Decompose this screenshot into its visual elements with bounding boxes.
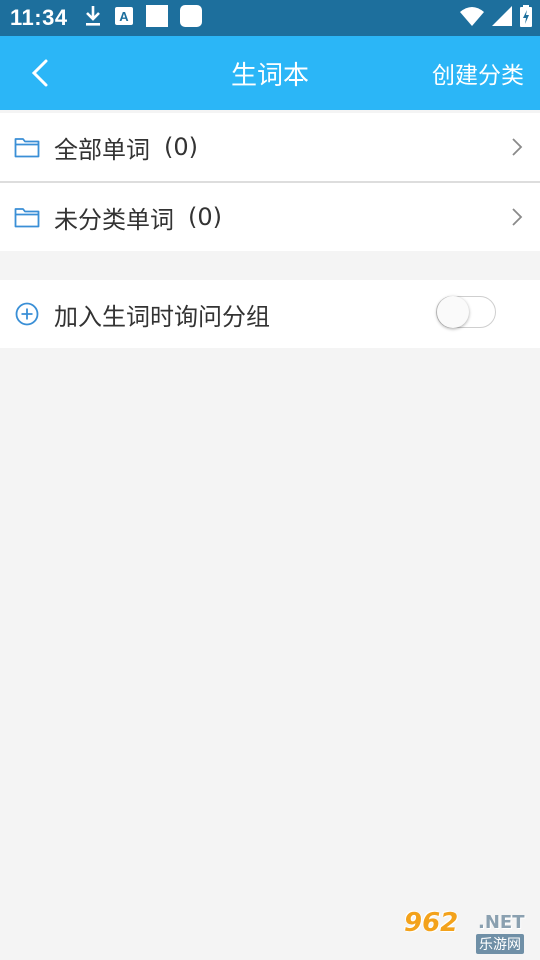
status-bar: 11:34 A xyxy=(0,0,540,36)
download-icon xyxy=(84,5,102,31)
category-count: (0) xyxy=(188,203,222,231)
battery-charging-icon xyxy=(520,5,532,31)
chevron-right-icon xyxy=(512,138,523,156)
category-uncategorized-words[interactable]: 未分类单词 (0) xyxy=(0,183,540,251)
folder-icon xyxy=(14,204,40,230)
app-bar: 生词本 创建分类 xyxy=(0,36,540,110)
category-count: (0) xyxy=(164,133,198,161)
back-button[interactable] xyxy=(22,55,58,91)
a-badge-icon: A xyxy=(114,6,134,30)
square-icon xyxy=(145,5,168,31)
chevron-right-icon xyxy=(512,208,523,226)
settings-group: 加入生词时询问分组 xyxy=(0,280,540,348)
folder-icon xyxy=(14,134,40,160)
svg-text:A: A xyxy=(119,9,129,24)
ask-group-toggle[interactable] xyxy=(436,296,496,328)
ask-group-setting: 加入生词时询问分组 xyxy=(0,280,540,348)
wifi-icon xyxy=(460,6,484,30)
category-label: 未分类单词 xyxy=(54,205,174,234)
watermark-domain: .NET xyxy=(478,912,525,933)
watermark-brand: 962 xyxy=(404,908,459,938)
rounded-square-icon xyxy=(179,5,202,31)
category-label: 全部单词 xyxy=(54,135,150,164)
chevron-left-icon xyxy=(31,59,48,87)
toggle-knob xyxy=(437,296,469,328)
watermark-logo: 962 .NET 乐游网 xyxy=(402,908,532,954)
plus-circle-icon xyxy=(14,301,40,327)
ask-group-label: 加入生词时询问分组 xyxy=(54,302,270,331)
signal-icon xyxy=(492,6,512,30)
status-time: 11:34 xyxy=(10,5,68,30)
watermark-name: 乐游网 xyxy=(476,934,524,954)
category-all-words[interactable]: 全部单词 (0) xyxy=(0,113,540,181)
category-list: 全部单词 (0) 未分类单词 (0) xyxy=(0,113,540,251)
create-category-button[interactable]: 创建分类 xyxy=(432,36,524,110)
